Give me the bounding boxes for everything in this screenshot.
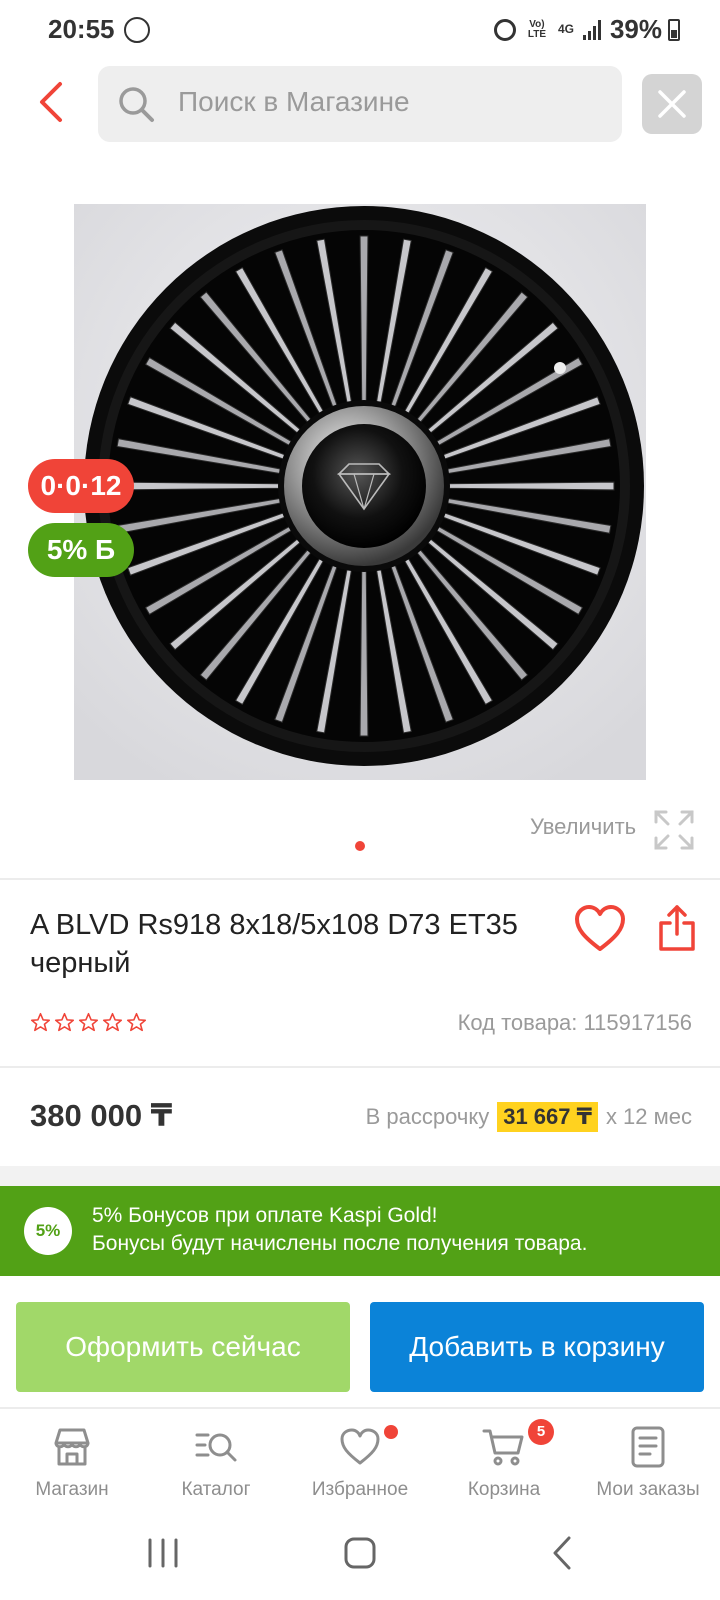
buy-now-button[interactable]: Оформить сейчас xyxy=(16,1302,350,1392)
zoom-label[interactable]: Увеличить xyxy=(530,814,636,840)
product-price: 380 000 ₸ xyxy=(30,1098,173,1133)
cart-icon xyxy=(482,1429,524,1466)
volte-indicator: Vo) LTE xyxy=(527,18,547,40)
installment-suffix: х 12 мес xyxy=(605,1104,692,1129)
product-code: Код товара: 115917156 xyxy=(457,1010,692,1035)
add-to-cart-button[interactable]: Добавить в корзину xyxy=(370,1302,704,1392)
recent-apps-icon[interactable] xyxy=(146,1537,180,1569)
installment-prefix: В рассрочку xyxy=(365,1104,490,1129)
installment-amount: 31 667 ₸ xyxy=(497,1102,598,1132)
divider xyxy=(0,878,720,880)
nav-item-orders[interactable]: Мои заказы xyxy=(576,1419,720,1509)
star-icon xyxy=(78,1012,99,1032)
nav-label: Корзина xyxy=(467,1479,541,1500)
orders-icon xyxy=(631,1426,665,1468)
expand-icon[interactable] xyxy=(654,810,694,850)
carousel-indicator xyxy=(355,841,365,851)
status-icons: Vo) LTE 4G 39% xyxy=(493,14,662,45)
bonus-banner[interactable]: 5% 5% Бонусов при оплате Kaspi Gold! Бон… xyxy=(0,1186,720,1276)
notification-dot xyxy=(384,1425,398,1439)
search-placeholder: Поиск в Магазине xyxy=(178,86,410,117)
nav-item-store[interactable]: Магазин xyxy=(0,1419,144,1509)
share-button[interactable] xyxy=(658,904,696,952)
alarm-icon xyxy=(493,18,516,41)
close-icon xyxy=(658,90,686,118)
cart-count-badge: 5 xyxy=(528,1419,554,1445)
nav-label: Избранное xyxy=(311,1479,409,1500)
nav-label: Каталог xyxy=(181,1479,251,1500)
store-icon xyxy=(54,1428,90,1466)
star-icon xyxy=(54,1012,75,1032)
system-navigation-bar xyxy=(0,1515,720,1600)
back-button[interactable] xyxy=(30,80,74,124)
star-icon xyxy=(126,1012,147,1032)
bonus-line-1: 5% Бонусов при оплате Kaspi Gold! xyxy=(92,1204,438,1227)
installment-info[interactable]: В рассрочку 31 667 ₸ х 12 мес xyxy=(366,1102,692,1132)
nav-label: Мои заказы xyxy=(596,1479,700,1500)
battery-percent: 39% xyxy=(609,14,662,44)
product-title: A BLVD Rs918 8x18/5x108 D73 ET35 черный xyxy=(30,909,518,979)
network-indicator: 4G xyxy=(557,22,574,36)
back-nav-icon[interactable] xyxy=(550,1535,574,1571)
search-icon xyxy=(119,87,154,122)
bottom-navigation: Магазин Каталог Избранное 5 Корзина Мои … xyxy=(0,1407,720,1515)
bonus-badge: 5% Б xyxy=(28,523,134,577)
bonus-text: 5% Бонусов при оплате Kaspi Gold! Бонусы… xyxy=(92,1202,587,1258)
nav-item-favorites[interactable]: Избранное xyxy=(288,1419,432,1509)
star-icon xyxy=(30,1012,51,1032)
nav-item-catalog[interactable]: Каталог xyxy=(144,1419,288,1509)
home-icon[interactable] xyxy=(342,1535,378,1571)
signal-icon xyxy=(582,19,601,40)
close-button[interactable] xyxy=(642,74,702,134)
chevron-left-icon xyxy=(40,82,62,122)
rating-stars[interactable] xyxy=(30,1012,147,1033)
heart-icon xyxy=(340,1428,380,1465)
bonus-percent-icon: 5% xyxy=(24,1207,72,1255)
section-separator xyxy=(0,1166,720,1186)
catalog-search-icon xyxy=(195,1433,237,1462)
bonus-line-2: Бонусы будут начислены после получения т… xyxy=(92,1232,588,1255)
nav-label: Магазин xyxy=(35,1479,109,1500)
nav-item-cart[interactable]: 5 Корзина xyxy=(432,1419,576,1509)
divider xyxy=(0,1066,720,1068)
wheel-rim-image xyxy=(74,204,646,780)
share-icon xyxy=(659,905,695,951)
call-icon xyxy=(124,17,150,43)
status-time: 20:55 xyxy=(48,14,115,44)
battery-icon xyxy=(668,19,680,41)
star-icon xyxy=(102,1012,123,1032)
product-image[interactable] xyxy=(74,204,646,780)
search-input[interactable]: Поиск в Магазине xyxy=(98,66,622,142)
installment-badge: 0·0·12 xyxy=(28,459,134,513)
status-bar: 20:55 Vo) LTE 4G 39% xyxy=(0,0,720,62)
heart-icon xyxy=(575,905,625,951)
favorite-button[interactable] xyxy=(574,904,626,954)
